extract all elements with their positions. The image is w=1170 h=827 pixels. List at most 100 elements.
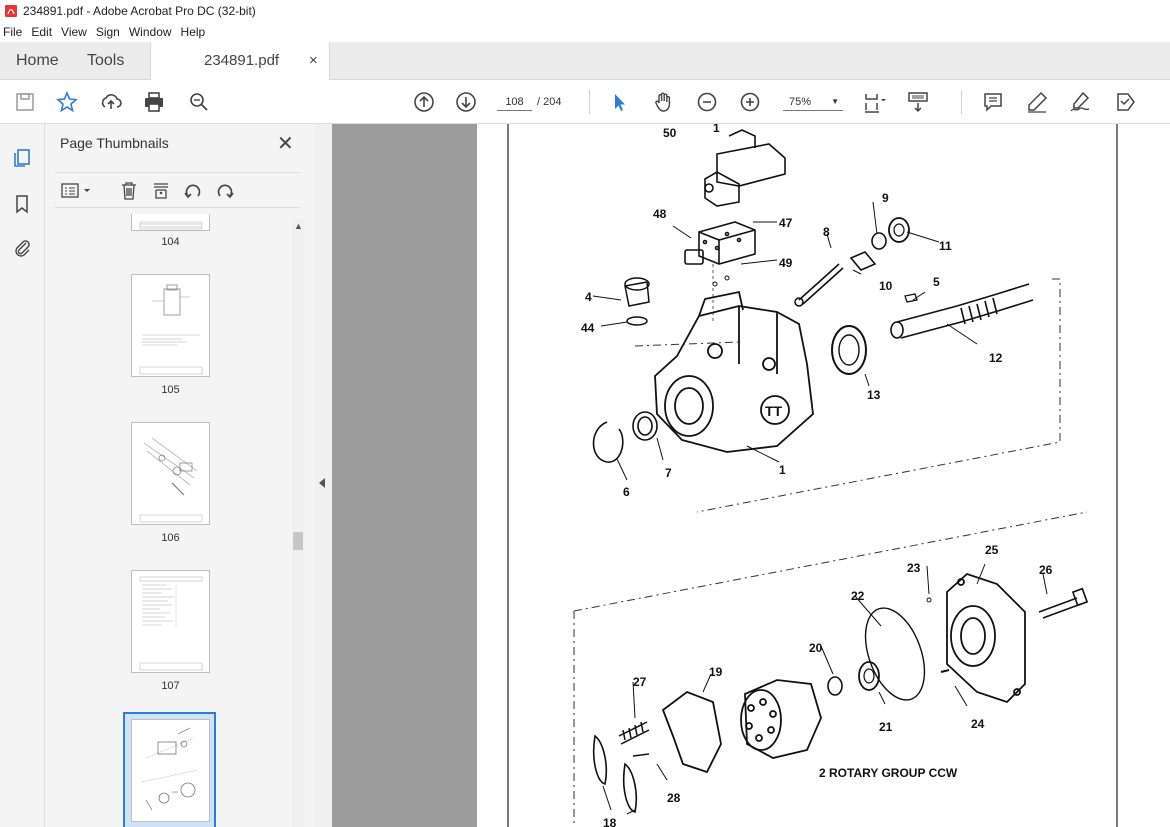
thumbnail-page-104[interactable] (131, 214, 210, 231)
part-label: 27 (633, 675, 647, 689)
hand-tool-icon[interactable] (649, 88, 677, 116)
menu-sign[interactable]: Sign (96, 25, 120, 39)
part-label: 1 (779, 463, 786, 477)
zoom-level-value: 75% (789, 96, 812, 108)
part-label: 6 (623, 485, 630, 499)
part-label: 48 (653, 207, 667, 221)
exploded-parts-diagram: TT 50 1 8 9 11 48 47 49 4 44 10 5 12 13 … (507, 124, 1118, 827)
page-number-input[interactable]: 108 (497, 93, 532, 111)
close-icon[interactable]: ✕ (277, 131, 294, 156)
pdf-page[interactable]: TT 50 1 8 9 11 48 47 49 4 44 10 5 12 13 … (477, 124, 1170, 827)
delete-page-icon[interactable] (117, 179, 141, 203)
rotate-clockwise-icon[interactable] (213, 179, 237, 203)
thumbnail-label: 105 (161, 384, 180, 396)
toolbar: 108 / 204 75% ▼ (0, 80, 1170, 124)
scroll-up-arrow-icon[interactable]: ▲ (294, 221, 303, 231)
part-label: 49 (779, 256, 793, 270)
acrobat-window: { "window": { "title": "234891.pdf - Ado… (0, 0, 1170, 827)
print-icon[interactable] (140, 88, 168, 116)
attachment-icon[interactable] (9, 235, 35, 261)
next-page-icon[interactable] (452, 88, 480, 116)
part-label: 8 (823, 225, 830, 239)
thumbnail-label: 104 (161, 236, 180, 248)
page-thumbnails-panel: Page Thumbnails ✕ 104 105 106 107 ▲ (45, 124, 315, 827)
toolbar-divider (961, 90, 962, 114)
part-label: 22 (851, 589, 865, 603)
chevron-down-icon: ▼ (831, 97, 839, 106)
part-label: 10 (879, 279, 893, 293)
part-label: 44 (581, 321, 595, 335)
thumbnail-label: 107 (161, 680, 180, 692)
tab-home[interactable]: Home (16, 42, 59, 80)
part-label: 28 (667, 791, 681, 805)
tab-tools[interactable]: Tools (87, 42, 124, 80)
collapse-panel-arrow-icon[interactable] (319, 478, 325, 488)
bookmark-icon[interactable] (9, 191, 35, 217)
part-label: 7 (665, 466, 672, 480)
thumbnail-page-108[interactable] (131, 719, 210, 822)
part-label: 18 (603, 816, 617, 827)
sign-icon[interactable] (1066, 88, 1094, 116)
menu-view[interactable]: View (61, 25, 87, 39)
zoom-search-icon[interactable] (185, 88, 213, 116)
panel-splitter[interactable] (315, 124, 332, 827)
part-label: 47 (779, 216, 793, 230)
acrobat-icon (5, 5, 17, 17)
panel-title: Page Thumbnails (60, 135, 169, 151)
zoom-level-dropdown[interactable]: 75% ▼ (783, 93, 843, 111)
toolbar-divider (589, 90, 590, 114)
zoom-out-icon[interactable] (693, 88, 721, 116)
highlight-pen-icon[interactable] (1023, 88, 1051, 116)
tab-document[interactable]: 234891.pdf × (150, 42, 330, 80)
part-label: 1 (713, 124, 720, 135)
rotate-counterclockwise-icon[interactable] (181, 179, 205, 203)
part-label: 50 (663, 126, 677, 140)
document-canvas-background (332, 124, 477, 827)
part-label: 24 (971, 717, 985, 731)
page-thumbnails-icon[interactable] (9, 145, 35, 171)
menu-bar: File Edit View Sign Window Help (0, 22, 1170, 42)
part-label: 23 (907, 561, 921, 575)
part-label: 26 (1039, 563, 1053, 577)
menu-file[interactable]: File (3, 25, 22, 39)
menu-edit[interactable]: Edit (31, 25, 52, 39)
bookmark-star-icon[interactable] (53, 88, 81, 116)
part-label: 12 (989, 351, 1003, 365)
part-label: 5 (933, 275, 940, 289)
page-fit-icon[interactable] (860, 88, 888, 116)
part-label: 20 (809, 641, 823, 655)
thumbnail-page-107[interactable] (131, 570, 210, 673)
part-label: 11 (939, 239, 952, 253)
part-label: 21 (879, 720, 893, 734)
comment-icon[interactable] (979, 88, 1007, 116)
scrollbar-thumb[interactable] (293, 532, 303, 550)
zoom-in-icon[interactable] (736, 88, 764, 116)
previous-page-icon[interactable] (410, 88, 438, 116)
thumbnail-page-106[interactable] (131, 422, 210, 525)
tab-close-icon[interactable]: × (309, 42, 318, 80)
menu-help[interactable]: Help (181, 25, 206, 39)
tab-bar: Home Tools 234891.pdf × (0, 42, 1170, 80)
svg-text:TT: TT (765, 403, 783, 419)
thumbnail-scrollbar[interactable] (292, 219, 304, 827)
thumbnail-list: 104 105 106 107 (45, 214, 295, 827)
share-tool-icon[interactable] (1110, 88, 1138, 116)
upload-cloud-icon[interactable] (97, 88, 125, 116)
save-icon[interactable] (11, 88, 39, 116)
part-label: 19 (709, 665, 723, 679)
scroll-mode-icon[interactable] (904, 88, 932, 116)
panel-toolbar (55, 172, 300, 208)
part-label: 9 (882, 191, 889, 205)
part-label: 13 (867, 388, 881, 402)
rotary-group-label: 2 ROTARY GROUP CCW (819, 766, 958, 780)
select-cursor-icon[interactable] (605, 88, 633, 116)
thumbnail-label: 106 (161, 532, 180, 544)
thumbnail-options-icon[interactable] (59, 179, 95, 203)
window-title: 234891.pdf - Adobe Acrobat Pro DC (32-bi… (23, 4, 256, 18)
navigation-rail (0, 124, 45, 827)
extract-page-icon[interactable] (149, 179, 173, 203)
thumbnail-page-105[interactable] (131, 274, 210, 377)
tab-document-label: 234891.pdf (204, 52, 280, 69)
part-label: 4 (585, 290, 592, 304)
menu-window[interactable]: Window (129, 25, 172, 39)
